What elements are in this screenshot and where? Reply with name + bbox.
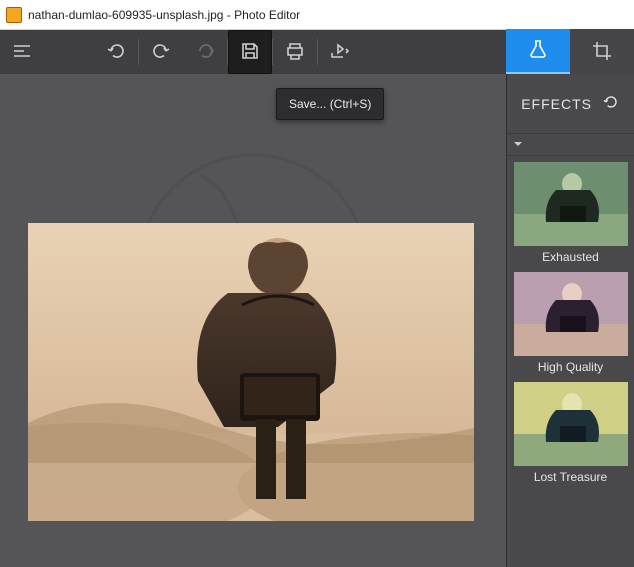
effects-list[interactable]: Exhausted High Quality Lost Treasure <box>507 156 634 567</box>
redo-forward-icon <box>194 40 216 65</box>
photo-preview <box>28 223 474 521</box>
menu-button[interactable] <box>0 30 44 74</box>
app-icon <box>6 7 22 23</box>
print-icon <box>285 41 305 64</box>
toolbar-left <box>0 30 506 74</box>
effect-thumb <box>514 162 628 246</box>
redo-button[interactable] <box>139 30 183 74</box>
menu-icon <box>12 41 32 64</box>
toolbar-right-tabs <box>506 30 634 74</box>
undo-button[interactable] <box>94 30 138 74</box>
tab-effects[interactable] <box>506 29 570 75</box>
crop-icon <box>591 40 613 65</box>
save-button[interactable] <box>228 30 272 74</box>
redo-forward-button[interactable] <box>183 30 227 74</box>
effect-item-high-quality[interactable]: High Quality <box>507 272 634 376</box>
save-tooltip: Save... (Ctrl+S) <box>276 88 384 120</box>
effect-item-exhausted[interactable]: Exhausted <box>507 162 634 266</box>
effect-label: Exhausted <box>507 246 634 266</box>
share-icon <box>329 41 351 64</box>
title-bar: nathan-dumlao-609935-unsplash.jpg - Phot… <box>0 0 634 30</box>
tab-crop[interactable] <box>570 29 634 75</box>
chevron-down-icon <box>513 137 523 152</box>
effects-section-toggle[interactable] <box>507 134 634 156</box>
share-button[interactable] <box>318 30 362 74</box>
toolbar <box>0 30 634 74</box>
effects-heading: EFFECTS <box>521 96 592 112</box>
print-button[interactable] <box>273 30 317 74</box>
canvas-area[interactable]: Save... (Ctrl+S) <box>0 74 506 567</box>
window-title: nathan-dumlao-609935-unsplash.jpg - Phot… <box>28 8 300 22</box>
flask-icon <box>527 38 549 63</box>
redo-icon <box>150 40 172 65</box>
effect-item-lost-treasure[interactable]: Lost Treasure <box>507 382 634 486</box>
effect-label: Lost Treasure <box>507 466 634 486</box>
effects-panel: EFFECTS Exhausted High Quality <box>506 74 634 567</box>
effects-panel-header: EFFECTS <box>507 74 634 134</box>
undo-small-icon[interactable] <box>602 94 618 113</box>
main-area: Save... (Ctrl+S) EFFECTS Exhausted <box>0 74 634 567</box>
save-icon <box>240 41 260 64</box>
effect-thumb <box>514 272 628 356</box>
effect-label: High Quality <box>507 356 634 376</box>
undo-icon <box>105 40 127 65</box>
effect-thumb <box>514 382 628 466</box>
tooltip-text: Save... (Ctrl+S) <box>289 97 371 111</box>
